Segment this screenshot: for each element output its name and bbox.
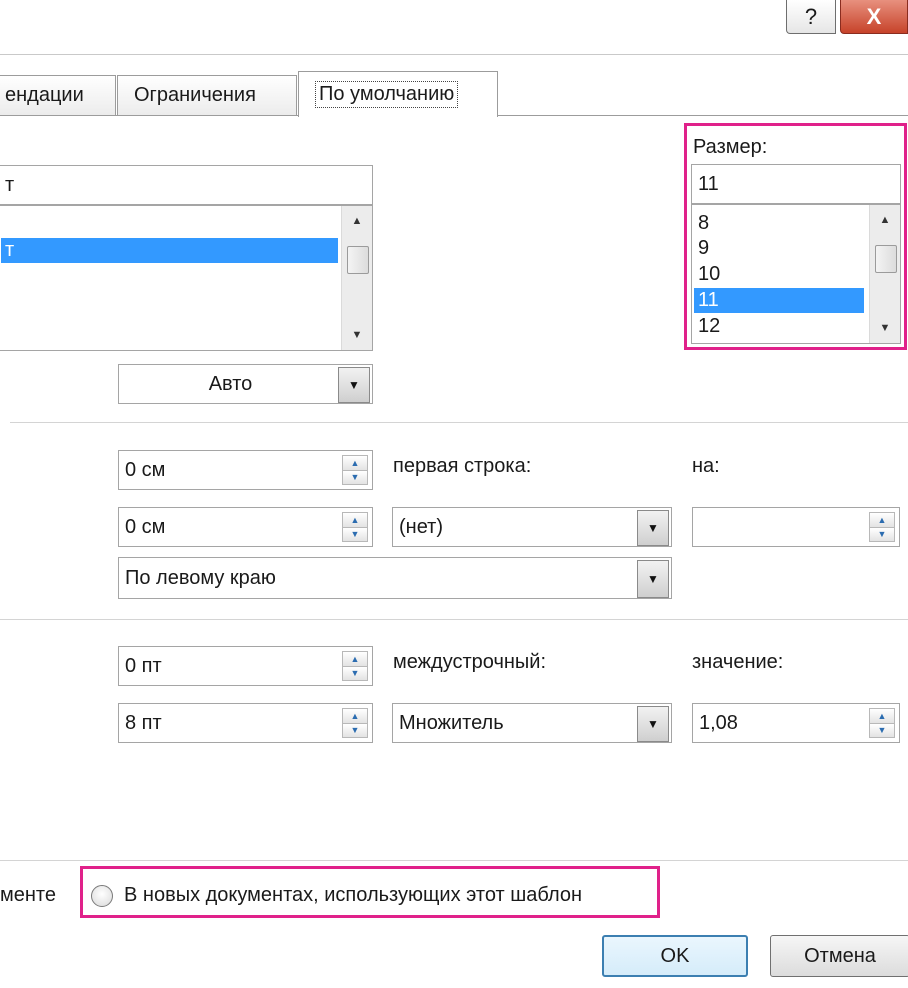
- spin-down-icon: ▼: [342, 723, 368, 738]
- spacing-value-input[interactable]: 1,08 ▲ ▼: [692, 703, 900, 743]
- spacing-after-value: 8 пт: [125, 711, 162, 734]
- font-name-input[interactable]: т: [0, 165, 373, 205]
- chevron-down-icon[interactable]: ▼: [637, 706, 669, 742]
- section-separator: [0, 619, 908, 620]
- tab-restrictions-label: Ограничения: [134, 84, 256, 106]
- spacing-before-spinner[interactable]: ▲ ▼: [342, 651, 368, 681]
- first-line-value: (нет): [399, 515, 443, 538]
- spin-up-icon: ▲: [869, 708, 895, 724]
- font-list-scrollbar[interactable]: ▲ ▼: [341, 206, 372, 350]
- scroll-up-icon[interactable]: ▲: [870, 209, 900, 231]
- line-spacing-label: междустрочный:: [393, 651, 547, 673]
- close-icon: X: [866, 3, 882, 29]
- spin-up-icon: ▲: [869, 512, 895, 528]
- spacing-after-input[interactable]: 8 пт ▲ ▼: [118, 703, 373, 743]
- current-doc-radio-label[interactable]: менте: [0, 884, 56, 907]
- font-list[interactable]: т ▲ ▼: [0, 205, 373, 351]
- template-radio-label[interactable]: В новых документах, использующих этот ша…: [124, 884, 582, 907]
- spin-up-icon: ▲: [342, 455, 368, 471]
- spin-down-icon: ▼: [342, 470, 368, 485]
- size-label: Размер:: [693, 136, 768, 158]
- indent-left-spinner[interactable]: ▲ ▼: [342, 455, 368, 485]
- indent-right-spinner[interactable]: ▲ ▼: [342, 512, 368, 542]
- help-icon: ?: [804, 3, 818, 29]
- size-input[interactable]: 11: [691, 164, 901, 204]
- chevron-down-icon[interactable]: ▼: [637, 560, 669, 598]
- first-line-label: первая строка:: [393, 455, 532, 477]
- alignment-combo[interactable]: По левому краю ▼: [118, 557, 672, 599]
- tab-recommendations[interactable]: ендации: [0, 75, 116, 115]
- spacing-before-input[interactable]: 0 пт ▲ ▼: [118, 646, 373, 686]
- tab-recommendations-label: ендации: [5, 84, 84, 106]
- spin-up-icon: ▲: [342, 651, 368, 667]
- spin-down-icon: ▼: [869, 723, 895, 738]
- cancel-button[interactable]: Отмена: [770, 935, 908, 977]
- template-radio-button[interactable]: [91, 885, 113, 907]
- indent-by-spinner[interactable]: ▲ ▼: [869, 512, 895, 542]
- size-option[interactable]: 12: [694, 314, 864, 339]
- indent-left-input[interactable]: 0 см ▲ ▼: [118, 450, 373, 490]
- indent-right-input[interactable]: 0 см ▲ ▼: [118, 507, 373, 547]
- help-button[interactable]: ?: [786, 0, 836, 34]
- first-line-combo[interactable]: (нет) ▼: [392, 507, 672, 547]
- size-option[interactable]: 8: [694, 211, 864, 236]
- scroll-up-icon[interactable]: ▲: [342, 210, 372, 232]
- size-option[interactable]: 10: [694, 262, 864, 287]
- tab-defaults[interactable]: По умолчанию: [298, 71, 498, 117]
- scroll-down-icon[interactable]: ▼: [870, 317, 900, 339]
- indent-left-value: 0 см: [125, 458, 166, 481]
- spin-up-icon: ▲: [342, 708, 368, 724]
- value-label: значение:: [692, 651, 784, 673]
- size-list[interactable]: 8 9 10 11 12 ▲ ▼: [691, 204, 901, 344]
- indent-by-input[interactable]: ▲ ▼: [692, 507, 900, 547]
- font-list-item-selected[interactable]: т: [1, 238, 338, 263]
- tab-restrictions[interactable]: Ограничения: [117, 75, 297, 115]
- line-spacing-value: Множитель: [399, 711, 504, 734]
- alignment-value: По левому краю: [125, 566, 276, 589]
- font-name-value: т: [5, 173, 15, 196]
- line-spacing-combo[interactable]: Множитель ▼: [392, 703, 672, 743]
- section-separator: [0, 860, 908, 861]
- size-list-scrollbar[interactable]: ▲ ▼: [869, 205, 900, 343]
- font-color-combo[interactable]: Авто ▼: [118, 364, 373, 404]
- spin-down-icon: ▼: [869, 527, 895, 542]
- ok-button-label: OK: [660, 944, 690, 967]
- spacing-before-value: 0 пт: [125, 654, 162, 677]
- spin-down-icon: ▼: [342, 527, 368, 542]
- font-list-item-label: т: [5, 239, 15, 261]
- font-color-value: Авто: [208, 372, 253, 395]
- scroll-thumb[interactable]: [347, 246, 369, 274]
- spacing-value-spinner[interactable]: ▲ ▼: [869, 708, 895, 738]
- spin-up-icon: ▲: [342, 512, 368, 528]
- spin-down-icon: ▼: [342, 666, 368, 681]
- size-value: 11: [698, 172, 719, 195]
- tab-defaults-label: По умолчанию: [315, 81, 459, 108]
- section-separator: [10, 422, 908, 423]
- indent-right-value: 0 см: [125, 515, 166, 538]
- size-option-selected[interactable]: 11: [694, 288, 864, 313]
- ok-button[interactable]: OK: [602, 935, 748, 977]
- chevron-down-icon[interactable]: ▼: [338, 367, 370, 403]
- spacing-after-spinner[interactable]: ▲ ▼: [342, 708, 368, 738]
- close-button[interactable]: X: [840, 0, 908, 34]
- scroll-thumb[interactable]: [875, 245, 897, 273]
- title-bar: ​ ? X: [0, 0, 908, 55]
- size-option[interactable]: 9: [694, 236, 864, 261]
- spacing-value-value: 1,08: [699, 711, 738, 734]
- cancel-button-label: Отмена: [804, 944, 876, 967]
- by-label: на:: [692, 455, 720, 477]
- scroll-down-icon[interactable]: ▼: [342, 324, 372, 346]
- chevron-down-icon[interactable]: ▼: [637, 510, 669, 546]
